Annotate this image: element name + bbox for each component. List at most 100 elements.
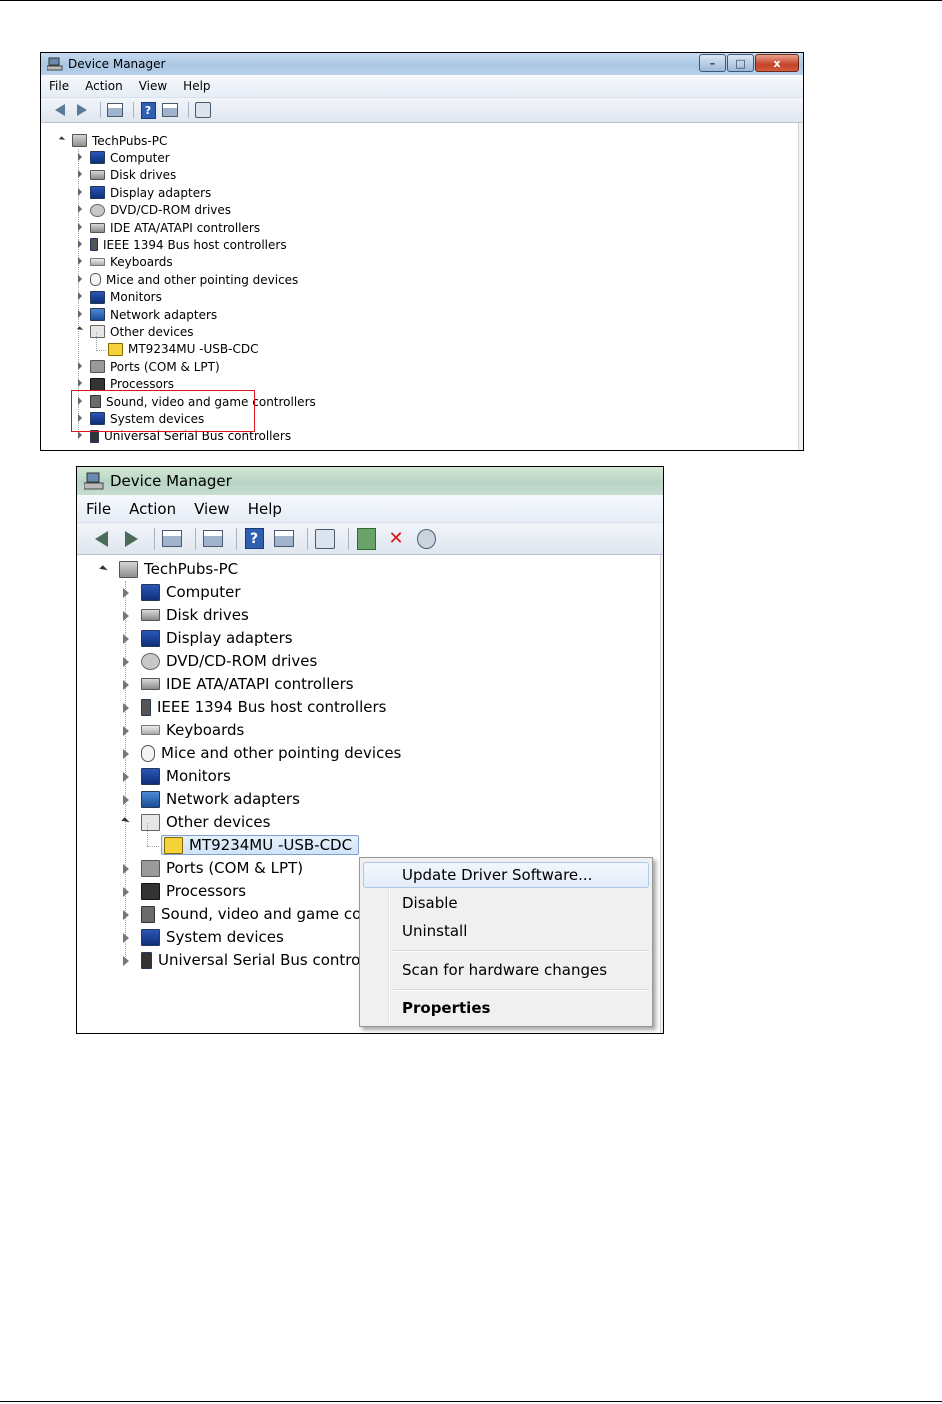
tree-category-row[interactable]: Universal Serial Bus controllers <box>123 949 392 971</box>
tree-category-row[interactable]: Computer <box>78 149 170 166</box>
expand-arrow-icon[interactable] <box>123 863 129 874</box>
tree-root[interactable]: TechPubs-PC <box>99 558 238 580</box>
title-bar[interactable]: Device Manager – □ x <box>41 53 803 75</box>
tree-category-row[interactable]: Ports (COM & LPT) <box>78 358 220 375</box>
disable-device-button[interactable]: ✕ <box>384 527 408 551</box>
back-button[interactable] <box>89 527 113 551</box>
close-button[interactable]: x <box>755 54 799 72</box>
title-bar[interactable]: Device Manager <box>77 467 663 495</box>
expand-arrow-icon[interactable] <box>123 794 129 805</box>
properties-button[interactable] <box>201 527 225 551</box>
expand-arrow-icon[interactable] <box>78 257 82 266</box>
back-button[interactable] <box>51 101 69 119</box>
expand-arrow-icon[interactable] <box>123 771 129 782</box>
forward-button[interactable] <box>119 527 143 551</box>
tree-category-row[interactable]: Monitors <box>123 765 231 787</box>
tree-category-row[interactable]: Mice and other pointing devices <box>123 742 401 764</box>
menu-view[interactable]: View <box>131 79 175 93</box>
expand-arrow-icon[interactable] <box>78 205 82 214</box>
expand-arrow-icon[interactable] <box>78 222 82 231</box>
show-hide-console-tree-button[interactable] <box>160 527 184 551</box>
expand-arrow-icon[interactable] <box>123 633 129 644</box>
expand-arrow-icon[interactable] <box>123 886 129 897</box>
tree-category-row[interactable]: Other devices <box>121 811 270 833</box>
tree-item-content: Other devices <box>90 325 194 339</box>
tree-category-row[interactable]: Disk drives <box>123 604 249 626</box>
expand-arrow-icon[interactable] <box>123 587 129 598</box>
tree-device-row[interactable]: MT9234MU -USB-CDC <box>108 341 258 358</box>
tree-category-row[interactable]: System devices <box>123 926 284 948</box>
vertical-scrollbar[interactable] <box>660 555 663 1033</box>
tree-category-row[interactable]: Display adapters <box>78 184 211 201</box>
tree-root[interactable]: TechPubs-PC <box>58 132 167 149</box>
tree-category-row[interactable]: Keyboards <box>123 719 244 741</box>
expand-arrow-icon[interactable] <box>123 748 129 759</box>
expand-arrow-icon[interactable] <box>123 702 129 713</box>
tree-category-row[interactable]: DVD/CD-ROM drives <box>123 650 317 672</box>
update-driver-button[interactable] <box>354 527 378 551</box>
expand-arrow-icon[interactable] <box>123 909 129 920</box>
forward-button[interactable] <box>73 101 91 119</box>
expand-arrow-icon[interactable] <box>78 274 82 283</box>
help-button[interactable]: ? <box>242 527 266 551</box>
minimize-button[interactable]: – <box>699 54 726 72</box>
menu-view[interactable]: View <box>185 500 239 518</box>
menu-help[interactable]: Help <box>175 79 218 93</box>
collapse-arrow-icon[interactable] <box>58 136 66 143</box>
expand-arrow-icon[interactable] <box>78 431 82 440</box>
context-update-driver[interactable]: Update Driver Software... <box>363 862 649 888</box>
tree-category-row[interactable]: Network adapters <box>123 788 300 810</box>
tree-category-row[interactable]: IEEE 1394 Bus host controllers <box>78 236 287 253</box>
menu-file[interactable]: File <box>77 500 120 518</box>
tree-device-row[interactable]: MT9234MU -USB-CDC <box>161 834 360 856</box>
expand-arrow-icon[interactable] <box>78 361 82 370</box>
tree-category-row[interactable]: Mice and other pointing devices <box>78 271 298 288</box>
action-pane-button[interactable] <box>161 101 179 119</box>
expand-arrow-icon[interactable] <box>123 656 129 667</box>
scan-hardware-button[interactable] <box>194 101 212 119</box>
tree-category-row[interactable]: Display adapters <box>123 627 293 649</box>
show-hide-console-tree-button[interactable] <box>106 101 124 119</box>
expand-arrow-icon[interactable] <box>78 240 82 249</box>
expand-arrow-icon[interactable] <box>78 292 82 301</box>
collapse-arrow-icon[interactable] <box>99 564 108 574</box>
tree-category-row[interactable]: Ports (COM & LPT) <box>123 857 303 879</box>
tree-category-row[interactable]: Processors <box>123 880 246 902</box>
tree-category-row[interactable]: Monitors <box>78 289 162 306</box>
expand-arrow-icon[interactable] <box>123 955 129 966</box>
tree-category-row[interactable]: IDE ATA/ATAPI controllers <box>78 219 260 236</box>
expand-arrow-icon[interactable] <box>78 187 82 196</box>
maximize-button[interactable]: □ <box>727 54 754 72</box>
action-pane-button[interactable] <box>272 527 296 551</box>
tree-category-row[interactable]: Computer <box>123 581 241 603</box>
tree-category-row[interactable]: IDE ATA/ATAPI controllers <box>123 673 354 695</box>
expand-arrow-icon[interactable] <box>78 379 82 388</box>
expand-arrow-icon[interactable] <box>123 932 129 943</box>
expand-arrow-icon[interactable] <box>78 153 82 162</box>
expand-arrow-icon[interactable] <box>123 679 129 690</box>
expand-arrow-icon[interactable] <box>123 610 129 621</box>
menu-action[interactable]: Action <box>120 500 185 518</box>
tree-item-content: Disk drives <box>141 606 249 624</box>
tree-category-row[interactable]: Disk drives <box>78 167 176 184</box>
expand-arrow-icon[interactable] <box>78 170 82 179</box>
collapse-arrow-icon[interactable] <box>121 816 130 826</box>
context-scan-hardware[interactable]: Scan for hardware changes <box>363 957 649 983</box>
menu-action[interactable]: Action <box>77 79 131 93</box>
context-properties[interactable]: Properties <box>363 995 649 1021</box>
expand-arrow-icon[interactable] <box>78 309 82 318</box>
scan-hardware-button[interactable] <box>313 527 337 551</box>
context-uninstall[interactable]: Uninstall <box>363 918 649 944</box>
menu-help[interactable]: Help <box>239 500 291 518</box>
help-button[interactable]: ? <box>139 101 157 119</box>
tree-category-row[interactable]: Other devices <box>76 323 194 340</box>
tree-category-row[interactable]: DVD/CD-ROM drives <box>78 202 231 219</box>
uninstall-device-button[interactable] <box>414 527 438 551</box>
tree-category-row[interactable]: Keyboards <box>78 254 173 271</box>
context-disable[interactable]: Disable <box>363 890 649 916</box>
tree-category-row[interactable]: IEEE 1394 Bus host controllers <box>123 696 386 718</box>
menu-file[interactable]: File <box>41 79 77 93</box>
tree-category-row[interactable]: Network adapters <box>78 306 217 323</box>
vertical-scrollbar[interactable] <box>798 123 803 450</box>
expand-arrow-icon[interactable] <box>123 725 129 736</box>
